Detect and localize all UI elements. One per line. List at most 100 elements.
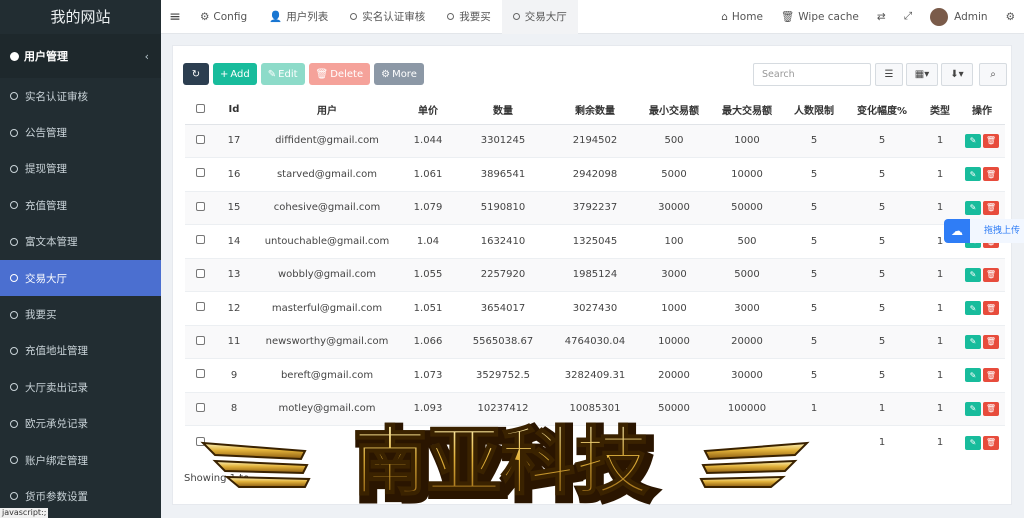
delete-row-icon[interactable]: 🗑	[983, 167, 999, 182]
delete-row-icon[interactable]: 🗑	[983, 200, 999, 215]
edit-row-icon[interactable]: ✎	[965, 435, 981, 450]
admin-menu[interactable]: Admin	[921, 7, 996, 26]
fullscreen-icon[interactable]: ⤢	[895, 10, 921, 23]
table-cell: 1	[921, 257, 959, 292]
columns-button[interactable]: ▦▾	[906, 63, 938, 86]
table-cell: 1	[921, 123, 959, 158]
sidebar-item-8[interactable]: 大厅卖出记录	[0, 369, 161, 405]
search-button[interactable]: ⌕	[979, 63, 1007, 86]
upload-widget[interactable]: ☁ 拖拽上传	[944, 219, 1024, 243]
column-header[interactable]: 类型	[921, 96, 959, 125]
edit-row-icon[interactable]: ✎	[965, 301, 981, 316]
sidebar-item-2[interactable]: 提现管理	[0, 151, 161, 187]
row-checkbox[interactable]	[195, 201, 205, 211]
row-select-cell[interactable]	[185, 123, 215, 158]
table-cell: 3301245	[455, 123, 551, 158]
tab-0[interactable]: ⚙ Config	[189, 0, 258, 34]
delete-row-icon[interactable]: 🗑	[983, 301, 999, 316]
row-checkbox[interactable]	[195, 235, 205, 245]
home-link[interactable]: ⌂ Home	[712, 11, 772, 23]
delete-button[interactable]: 🗑 Delete	[308, 63, 371, 85]
column-header[interactable]: 单价	[401, 96, 455, 125]
row-select-cell[interactable]	[185, 157, 215, 191]
column-header[interactable]: Id	[215, 96, 253, 125]
sidebar-item-3[interactable]: 充值管理	[0, 187, 161, 223]
tab-2[interactable]: 实名认证审核	[339, 0, 436, 34]
circle-icon	[447, 13, 455, 20]
table-row[interactable]: 12 masterful@gmail.com 1.051 3654017 3027430…	[185, 291, 1005, 325]
table-row[interactable]: 9 bereft@gmail.com 1.073 3529752.5 3282409.3…	[185, 358, 1005, 392]
column-header[interactable]: 剩余数量	[551, 96, 639, 125]
sidebar-item-6[interactable]: 我要买	[0, 296, 161, 332]
sidebar-group-user-management[interactable]: 用户管理 ‹	[0, 34, 161, 78]
row-select-cell[interactable]	[185, 257, 215, 292]
delete-row-icon[interactable]: 🗑	[983, 133, 999, 148]
toggle-view-button[interactable]: ☰	[875, 63, 903, 86]
table-row[interactable]: 17 diffident@gmail.com 1.044 3301245 2194502…	[185, 123, 1005, 158]
delete-row-icon[interactable]: 🗑	[983, 401, 999, 416]
select-all-checkbox[interactable]	[195, 103, 205, 113]
row-checkbox[interactable]	[195, 268, 205, 278]
table-row[interactable]: 13 wobbly@gmail.com 1.055 2257920 1985124 300…	[185, 257, 1005, 292]
table-row[interactable]: 16 starved@gmail.com 1.061 3896541 2942098 50…	[185, 157, 1005, 191]
column-header[interactable]: 数量	[455, 96, 551, 125]
row-select-cell[interactable]	[185, 291, 215, 325]
row-select-cell[interactable]	[185, 190, 215, 225]
row-select-cell[interactable]	[185, 324, 215, 359]
column-header[interactable]: 用户	[253, 96, 401, 125]
edit-row-icon[interactable]: ✎	[965, 334, 981, 349]
more-button[interactable]: ⚙ More	[374, 63, 424, 85]
collapse-icon[interactable]: ‹	[145, 50, 149, 63]
column-header[interactable]: 最大交易额	[709, 96, 785, 125]
add-button[interactable]: + Add	[213, 63, 257, 85]
export-button[interactable]: ⬇▾	[941, 63, 973, 86]
left-wing	[200, 441, 311, 488]
tab-4[interactable]: 交易大厅	[501, 0, 578, 34]
row-select-cell[interactable]	[185, 358, 215, 392]
table-cell: 1	[843, 391, 921, 426]
edit-row-icon[interactable]: ✎	[965, 267, 981, 282]
table-row[interactable]: 15 cohesive@gmail.com 1.079 5190810 3792237 3…	[185, 190, 1005, 225]
refresh-button[interactable]: ↻	[183, 63, 209, 85]
select-all-cell[interactable]	[185, 96, 215, 125]
delete-row-icon[interactable]: 🗑	[983, 435, 999, 450]
menu-toggle-icon[interactable]: ≡	[161, 9, 189, 25]
column-header[interactable]: 人数限制	[785, 96, 843, 125]
edit-row-icon[interactable]: ✎	[965, 133, 981, 148]
column-header[interactable]: 最小交易额	[639, 96, 709, 125]
column-header[interactable]: 变化幅度%	[843, 96, 921, 125]
delete-row-icon[interactable]: 🗑	[983, 368, 999, 383]
row-checkbox[interactable]	[195, 134, 205, 144]
delete-row-icon[interactable]: 🗑	[983, 334, 999, 349]
table-cell: 5	[843, 358, 921, 392]
column-header[interactable]: 操作	[959, 96, 1005, 125]
edit-row-icon[interactable]: ✎	[965, 368, 981, 383]
edit-row-icon[interactable]: ✎	[965, 401, 981, 416]
row-checkbox[interactable]	[195, 369, 205, 379]
sidebar-item-5[interactable]: 交易大厅	[0, 259, 161, 297]
wipe-cache-link[interactable]: 🗑 Wipe cache	[772, 10, 868, 24]
settings-gear-icon[interactable]: ⚙	[997, 11, 1024, 23]
table-row[interactable]: 11 newsworthy@gmail.com 1.066 5565038.67 476…	[185, 324, 1005, 359]
row-checkbox[interactable]	[195, 302, 205, 312]
row-checkbox[interactable]	[195, 335, 205, 345]
sidebar-item-0[interactable]: 实名认证审核	[0, 78, 161, 114]
edit-button[interactable]: ✎ Edit	[260, 63, 305, 85]
delete-row-icon[interactable]: 🗑	[983, 267, 999, 282]
edit-row-icon[interactable]: ✎	[965, 200, 981, 215]
row-checkbox[interactable]	[195, 402, 205, 412]
tab-1[interactable]: 👤 用户列表	[258, 0, 339, 34]
search-input[interactable]: Search	[753, 63, 871, 86]
row-select-cell[interactable]	[185, 224, 215, 258]
sidebar-item-9[interactable]: 欧元承兑记录	[0, 406, 161, 442]
sidebar-item-4[interactable]: 富文本管理	[0, 224, 161, 260]
edit-row-icon[interactable]: ✎	[965, 167, 981, 182]
translate-icon[interactable]: ⇄	[868, 11, 895, 23]
sidebar-item-10[interactable]: 账户绑定管理	[0, 442, 161, 478]
tab-3[interactable]: 我要买	[436, 0, 502, 34]
sidebar-item-1[interactable]: 公告管理	[0, 114, 161, 150]
brand-title[interactable]: 我的网站	[0, 0, 161, 34]
row-checkbox[interactable]	[195, 168, 205, 178]
table-row[interactable]: 14 untouchable@gmail.com 1.04 1632410 132504…	[185, 224, 1005, 258]
sidebar-item-7[interactable]: 充值地址管理	[0, 333, 161, 369]
